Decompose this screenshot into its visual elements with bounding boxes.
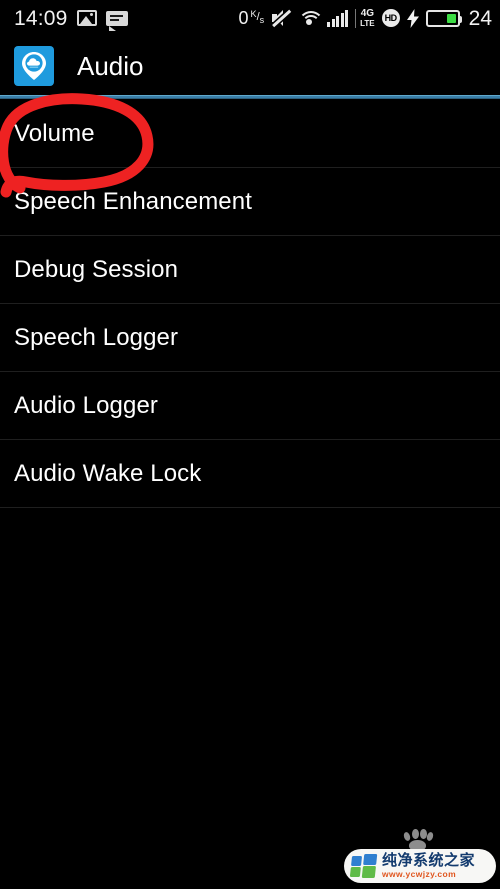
watermark-site-name: 纯净系统之家 [382, 852, 476, 870]
list-item-label: Audio Wake Lock [14, 459, 202, 487]
mute-icon [271, 9, 292, 27]
network-speed-icon: 0 K / s [239, 9, 265, 27]
network-type-secondary: LTE [360, 18, 375, 28]
network-speed-unit-denominator: s [259, 14, 265, 25]
status-clock: 14:09 [14, 6, 68, 30]
list-item-label: Debug Session [14, 255, 179, 283]
battery-icon [425, 9, 462, 27]
battery-percent-label: 24 [468, 6, 492, 30]
list-item-volume[interactable]: Volume [0, 100, 500, 168]
list-item-audio-wake-lock[interactable]: Audio Wake Lock [0, 440, 500, 508]
list-item-audio-logger[interactable]: Audio Logger [0, 372, 500, 440]
windows-squares-icon [349, 854, 379, 878]
list-item-label: Audio Logger [14, 391, 158, 419]
list-item-debug-session[interactable]: Debug Session [0, 236, 500, 304]
status-bar-left: 14:09 [14, 6, 128, 31]
4g-lte-icon: 4G LTE [355, 7, 375, 28]
list-item-label: Volume [14, 119, 95, 147]
cloud-pin-icon [14, 46, 54, 86]
action-bar: Audio [0, 36, 500, 96]
signal-bars-icon [327, 9, 349, 27]
settings-list: Volume Speech Enhancement Debug Session … [0, 100, 500, 508]
status-bar-right: 0 K / s 4G LTE HD 24 [239, 8, 492, 29]
list-item-speech-logger[interactable]: Speech Logger [0, 304, 500, 372]
accent-divider [0, 95, 500, 99]
watermark-url: www.ycwjzy.com [382, 869, 457, 880]
watermark: 纯净系统之家 www.ycwjzy.com [338, 829, 498, 887]
list-item-label: Speech Enhancement [14, 187, 252, 215]
network-speed-unit: K / s [250, 8, 265, 25]
network-speed-value: 0 [238, 8, 249, 28]
page-title: Audio [77, 51, 144, 81]
message-icon [105, 10, 128, 31]
paw-print-icon [400, 829, 435, 851]
network-type-primary: 4G [360, 7, 375, 19]
watermark-text: 纯净系统之家 www.ycwjzy.com [382, 853, 475, 879]
photo-icon [76, 10, 97, 26]
list-item-label: Speech Logger [14, 323, 179, 351]
network-speed-unit-numerator: K [250, 8, 257, 19]
list-item-speech-enhancement[interactable]: Speech Enhancement [0, 168, 500, 236]
hd-volte-icon: HD [381, 9, 400, 27]
status-bar: 14:09 0 K / s 4G LTE HD 24 [0, 0, 500, 36]
wifi-icon [298, 10, 325, 27]
watermark-logo: 纯净系统之家 www.ycwjzy.com [344, 849, 496, 883]
charging-bolt-icon [406, 8, 419, 28]
